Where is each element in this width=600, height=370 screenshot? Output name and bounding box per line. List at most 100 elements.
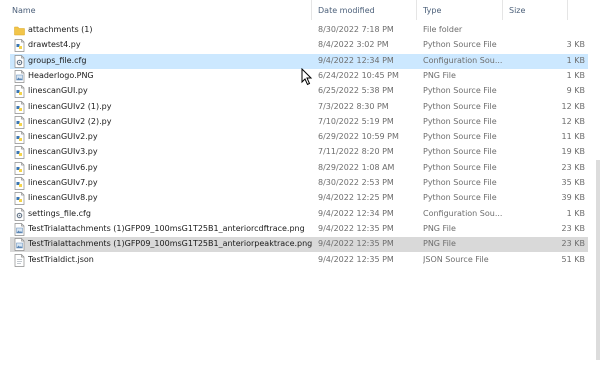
image-file-icon: [14, 70, 25, 83]
file-size: 1 KB: [566, 208, 585, 218]
image-file-icon: [14, 223, 25, 236]
file-date-modified: 9/4/2022 12:35 PM: [318, 223, 394, 233]
file-row[interactable]: TestTrialdict.json 9/4/2022 12:35 PM JSON …: [10, 253, 588, 268]
file-row[interactable]: linescanGUIv2 (2).py 7/10/2022 5:19 PM Pyt…: [10, 115, 588, 130]
file-name: groups_file.cfg: [28, 55, 87, 65]
file-size: 12 KB: [561, 116, 585, 126]
file-date-modified: 7/11/2022 8:20 PM: [318, 147, 394, 157]
file-date-modified: 7/10/2022 5:19 PM: [318, 116, 394, 126]
python-file-icon: [14, 146, 25, 160]
file-row[interactable]: linescanGUIv3.py 7/11/2022 8:20 PM Python …: [10, 145, 588, 160]
vertical-scrollbar[interactable]: [596, 160, 600, 360]
config-file-icon: [14, 207, 25, 221]
file-type: Configuration Sou...: [423, 55, 503, 65]
folder-icon: [14, 24, 25, 37]
file-date-modified: 8/4/2022 3:02 PM: [318, 40, 389, 50]
file-size: 1 KB: [566, 55, 585, 65]
json-file-icon: [14, 253, 25, 267]
file-size: 35 KB: [561, 178, 585, 187]
mouse-cursor-icon: [301, 68, 313, 86]
column-header-size[interactable]: Size: [509, 6, 525, 15]
file-size: 23 KB: [561, 223, 585, 233]
file-row[interactable]: settings_file.cfg 9/4/2022 12:34 PM Config…: [10, 207, 588, 222]
column-header-date-modified[interactable]: Date modified: [318, 6, 375, 15]
file-name: attachments (1): [28, 25, 93, 34]
file-date-modified: 8/29/2022 1:08 AM: [318, 162, 395, 172]
file-size: 11 KB: [561, 132, 585, 142]
file-type: Python Source File: [423, 40, 497, 50]
file-type: Python Source File: [423, 193, 497, 203]
file-type: File folder: [423, 25, 463, 34]
column-header-type[interactable]: Type: [423, 6, 441, 15]
file-size: 19 KB: [561, 147, 585, 157]
file-row[interactable]: attachments (1) 8/30/2022 7:18 PM File fol…: [10, 23, 588, 38]
file-name: linescanGUIv2 (2).py: [28, 116, 112, 126]
column-divider[interactable]: [416, 0, 417, 20]
column-header-bar: Name ^ Date modified Type Size: [0, 0, 600, 21]
file-date-modified: 8/30/2022 2:53 PM: [318, 178, 394, 187]
file-row[interactable]: linescanGUIv8.py 9/4/2022 12:25 PM Python …: [10, 191, 588, 206]
file-size: 23 KB: [561, 162, 585, 172]
column-header-name[interactable]: Name: [12, 6, 36, 15]
file-name: TestTrialattachments (1)GFP09_100msG1T25…: [28, 239, 313, 249]
file-row[interactable]: linescanGUIv6.py 8/29/2022 1:08 AM Python …: [10, 161, 588, 176]
file-row[interactable]: linescanGUIv7.py 8/30/2022 2:53 PM Python …: [10, 176, 588, 191]
file-row[interactable]: drawtest4.py 8/4/2022 3:02 PM Python Sourc…: [10, 38, 588, 53]
file-date-modified: 7/3/2022 8:30 PM: [318, 101, 389, 111]
file-name: linescanGUI.py: [28, 86, 88, 96]
file-date-modified: 8/30/2022 7:18 PM: [318, 25, 394, 34]
file-row[interactable]: linescanGUIv2.py 6/29/2022 10:59 PM Python…: [10, 130, 588, 145]
file-row[interactable]: TestTrialattachments (1)GFP09_100msG1T25…: [10, 237, 588, 253]
file-date-modified: 9/4/2022 12:25 PM: [318, 193, 394, 203]
python-file-icon: [14, 192, 25, 206]
file-row[interactable]: TestTrialattachments (1)GFP09_100msG1T25…: [10, 222, 588, 237]
config-file-icon: [14, 54, 25, 68]
file-type: JSON Source File: [423, 254, 489, 264]
file-type: Python Source File: [423, 86, 497, 96]
file-type: Python Source File: [423, 101, 497, 111]
python-file-icon: [14, 100, 25, 114]
python-file-icon: [14, 131, 25, 144]
file-row[interactable]: linescanGUI.py 6/25/2022 5:38 PM Python So…: [10, 84, 588, 99]
file-size: 23 KB: [561, 239, 585, 249]
file-name: linescanGUIv2 (1).py: [28, 101, 112, 111]
file-size: 51 KB: [561, 254, 585, 264]
python-file-icon: [14, 39, 25, 53]
file-date-modified: 6/24/2022 10:45 PM: [318, 70, 399, 80]
file-type: Python Source File: [423, 132, 497, 142]
column-divider[interactable]: [567, 0, 568, 20]
file-date-modified: 6/25/2022 5:38 PM: [318, 86, 394, 96]
file-name: linescanGUIv2.py: [28, 132, 98, 142]
file-type: PNG File: [423, 70, 456, 80]
file-size: 1 KB: [566, 70, 585, 80]
file-type: PNG File: [423, 239, 456, 249]
image-file-icon: [14, 238, 25, 252]
file-name: drawtest4.py: [28, 40, 81, 50]
file-type: Python Source File: [423, 116, 497, 126]
file-name: TestTrialattachments (1)GFP09_100msG1T25…: [28, 223, 305, 233]
python-file-icon: [14, 85, 25, 99]
file-size: 3 KB: [566, 40, 585, 50]
file-type: Python Source File: [423, 147, 497, 157]
file-type: PNG File: [423, 223, 456, 233]
file-type: Configuration Sou...: [423, 208, 503, 218]
file-name: TestTrialdict.json: [28, 254, 94, 264]
file-row[interactable]: Headerlogo.PNG 6/24/2022 10:45 PM PNG File…: [10, 69, 588, 84]
file-row[interactable]: groups_file.cfg 9/4/2022 12:34 PM Configur…: [10, 53, 588, 69]
file-name: Headerlogo.PNG: [28, 70, 94, 80]
file-size: 39 KB: [561, 193, 585, 203]
file-name: settings_file.cfg: [28, 208, 91, 218]
file-name: linescanGUIv6.py: [28, 162, 98, 172]
python-file-icon: [14, 115, 25, 129]
file-size: 9 KB: [566, 86, 585, 96]
file-date-modified: 9/4/2022 12:34 PM: [318, 55, 394, 65]
python-file-icon: [14, 177, 25, 190]
file-type: Python Source File: [423, 178, 497, 187]
file-row[interactable]: linescanGUIv2 (1).py 7/3/2022 8:30 PM Pyth…: [10, 100, 588, 115]
file-name: linescanGUIv8.py: [28, 193, 98, 203]
python-file-icon: [14, 161, 25, 175]
file-date-modified: 9/4/2022 12:34 PM: [318, 208, 394, 218]
column-divider[interactable]: [502, 0, 503, 20]
file-date-modified: 6/29/2022 10:59 PM: [318, 132, 399, 142]
column-divider[interactable]: [311, 0, 312, 20]
